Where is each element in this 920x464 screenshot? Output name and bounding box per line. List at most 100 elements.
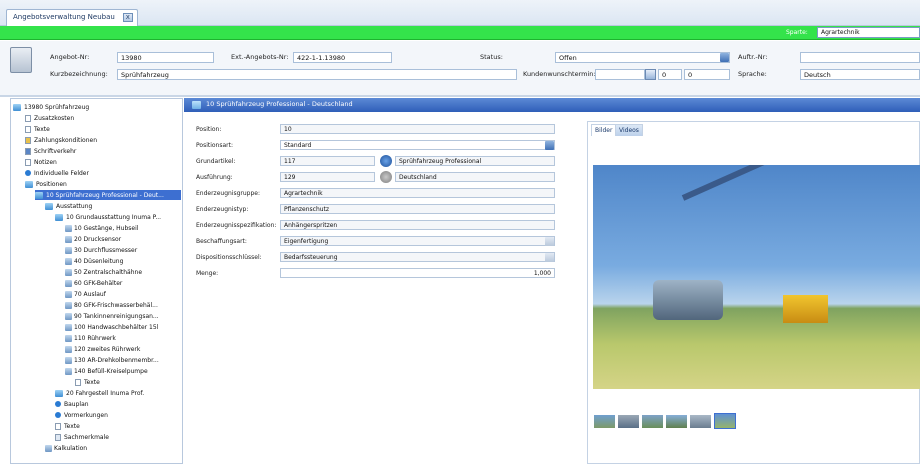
calendar-icon[interactable] (645, 69, 656, 80)
tree-item-positionen[interactable]: Positionen (25, 179, 67, 189)
text-icon (75, 378, 81, 386)
tree-item[interactable]: 100 Handwaschbehälter 15l (65, 322, 158, 332)
tree-item[interactable]: 130 AR-Drehkolbenmembr... (65, 355, 159, 365)
positionsart-dropdown[interactable]: Standard (280, 140, 555, 150)
status-dropdown[interactable]: Offen (555, 52, 730, 63)
sprache-label: Sprache: (738, 70, 767, 78)
ausfuehrung-field[interactable]: 129 (280, 172, 375, 182)
boom-arm (681, 165, 904, 201)
ext-angebots-nr-field[interactable]: 422-1-1.13980 (293, 52, 392, 63)
detail-header: 10 Sprühfahrzeug Professional - Deutschl… (184, 98, 920, 112)
beschaffungsart-label: Beschaffungsart: (196, 238, 247, 245)
component-icon (65, 290, 72, 298)
info-icon[interactable] (380, 155, 392, 167)
grundartikel-field[interactable]: 117 (280, 156, 375, 166)
chevron-down-icon[interactable] (545, 237, 554, 246)
component-icon (65, 268, 72, 276)
tree-item-ausstattung[interactable]: Ausstattung (45, 201, 92, 211)
status-label: Status: (480, 53, 503, 61)
tree-item-individuelle-felder[interactable]: Individuelle Felder (25, 168, 89, 178)
vormerkung-icon (55, 412, 61, 418)
auftr-nr-label: Auftr.-Nr: (738, 53, 768, 61)
component-icon (65, 235, 72, 243)
enderzeugnisspezifikation-field: Anhängerspritzen (280, 220, 555, 230)
grundartikel-name: Sprühfahrzeug Professional (395, 156, 555, 166)
auftr-nr-field[interactable] (800, 52, 920, 63)
field-icon (25, 170, 31, 176)
menge-field[interactable]: 1,000 (280, 268, 555, 278)
tree-item[interactable]: 20 Drucksensor (65, 234, 121, 244)
tree-item-selected-position[interactable]: 10 Sprühfahrzeug Professional - Deut... (35, 190, 181, 200)
ausfuehrung-name: Deutschland (395, 172, 555, 182)
text-icon (25, 125, 31, 133)
tree-item-texte[interactable]: Texte (75, 377, 100, 387)
chevron-down-icon[interactable] (720, 53, 729, 62)
sprache-field[interactable]: Deutsch (800, 69, 920, 80)
dispositionsschluessel-label: Dispositionsschlüssel: (196, 254, 262, 261)
tab-angebotsverwaltung[interactable]: Angebotsverwaltung Neubau x (6, 9, 138, 26)
title-bar (0, 0, 920, 26)
tree-item[interactable]: 120 zweites Rührwerk (65, 344, 140, 354)
kunden-week-field[interactable]: 0 (658, 69, 682, 80)
kundenwunschtermin-date[interactable] (595, 69, 645, 80)
tab-bilder[interactable]: Bilder (591, 124, 617, 136)
component-icon (65, 246, 72, 254)
info-icon[interactable] (380, 171, 392, 183)
thumbnail[interactable] (594, 415, 615, 428)
tree-item-schriftverkehr[interactable]: Schriftverkehr (25, 146, 76, 156)
component-icon (65, 224, 72, 232)
sprayer-tank (653, 280, 723, 320)
thumbnail[interactable] (690, 415, 711, 428)
angebot-nr-field[interactable]: 13980 (117, 52, 214, 63)
position-field[interactable]: 10 (280, 124, 555, 134)
tab-videos[interactable]: Videos (615, 124, 643, 136)
enderzeugnisgruppe-label: Enderzeugnisgruppe: (196, 190, 261, 197)
beschaffungsart-dropdown[interactable]: Eigenfertigung (280, 236, 555, 246)
dispositionsschluessel-dropdown[interactable]: Bedarfssteuerung (280, 252, 555, 262)
chevron-down-icon[interactable] (545, 253, 554, 262)
tree-item[interactable]: 10 Gestänge, Hubseil (65, 223, 138, 233)
tree-item[interactable]: 90 Tankinnenreinigungsan... (65, 311, 159, 321)
folder-icon (55, 213, 63, 221)
tree-item-root[interactable]: 13980 Sprühfahrzeug (13, 102, 89, 112)
dispositionsschluessel-value: Bedarfssteuerung (284, 254, 338, 261)
chevron-down-icon[interactable] (545, 141, 554, 150)
thumbnail[interactable] (642, 415, 663, 428)
component-icon (65, 257, 72, 265)
positionsart-label: Positionsart: (196, 142, 234, 149)
tree-item[interactable]: 30 Durchflussmesser (65, 245, 137, 255)
ausfuehrung-label: Ausführung: (196, 174, 233, 181)
tree-item[interactable]: 140 Befüll-Kreiselpumpe (65, 366, 148, 376)
folder-icon (25, 180, 33, 188)
tree-item-zusatzkosten[interactable]: Zusatzkosten (25, 113, 74, 123)
tree-item-bauplan[interactable]: Bauplan (55, 399, 89, 409)
tree-item-fahrgestell[interactable]: 20 Fahrgestell Inuma Prof. (55, 388, 144, 398)
feature-icon (55, 433, 61, 441)
tree-item[interactable]: 60 GFK-Behälter (65, 278, 122, 288)
tree-item-sachmerkmale[interactable]: Sachmerkmale (55, 432, 109, 442)
kurzbezeichnung-field[interactable]: Sprühfahrzeug (117, 69, 517, 80)
tree-item-vormerkungen[interactable]: Vormerkungen (55, 410, 108, 420)
thumbnail[interactable] (666, 415, 687, 428)
tree-item-zahlungskonditionen[interactable]: Zahlungskonditionen (25, 135, 97, 145)
tree-item-notizen[interactable]: Notizen (25, 157, 57, 167)
kunden-year-field[interactable]: 0 (684, 69, 730, 80)
sparte-field[interactable]: Agrartechnik (817, 27, 920, 38)
thumbnail-selected[interactable] (714, 413, 736, 429)
sum-icon (25, 114, 31, 122)
component-icon (65, 367, 72, 375)
thumbnail[interactable] (618, 415, 639, 428)
thumbnail-strip[interactable] (594, 413, 739, 429)
tree-item[interactable]: 40 Düsenleitung (65, 256, 123, 266)
tree-item[interactable]: 80 GFK-Frischwasserbehäl... (65, 300, 158, 310)
tree-item[interactable]: 70 Auslauf (65, 289, 106, 299)
navigation-tree[interactable]: 13980 Sprühfahrzeug Zusatzkosten Texte Z… (10, 98, 183, 464)
tree-item-kalkulation[interactable]: Kalkulation (45, 443, 87, 453)
tree-item-texte[interactable]: Texte (55, 421, 80, 431)
tree-item-grundausstattung[interactable]: 10 Grundausstattung Inuma P... (55, 212, 161, 222)
tree-item[interactable]: 110 Rührwerk (65, 333, 116, 343)
folder-icon (192, 101, 201, 109)
tree-item-texte[interactable]: Texte (25, 124, 50, 134)
tree-item[interactable]: 50 Zentralschalthähne (65, 267, 142, 277)
close-icon[interactable]: x (122, 13, 133, 22)
